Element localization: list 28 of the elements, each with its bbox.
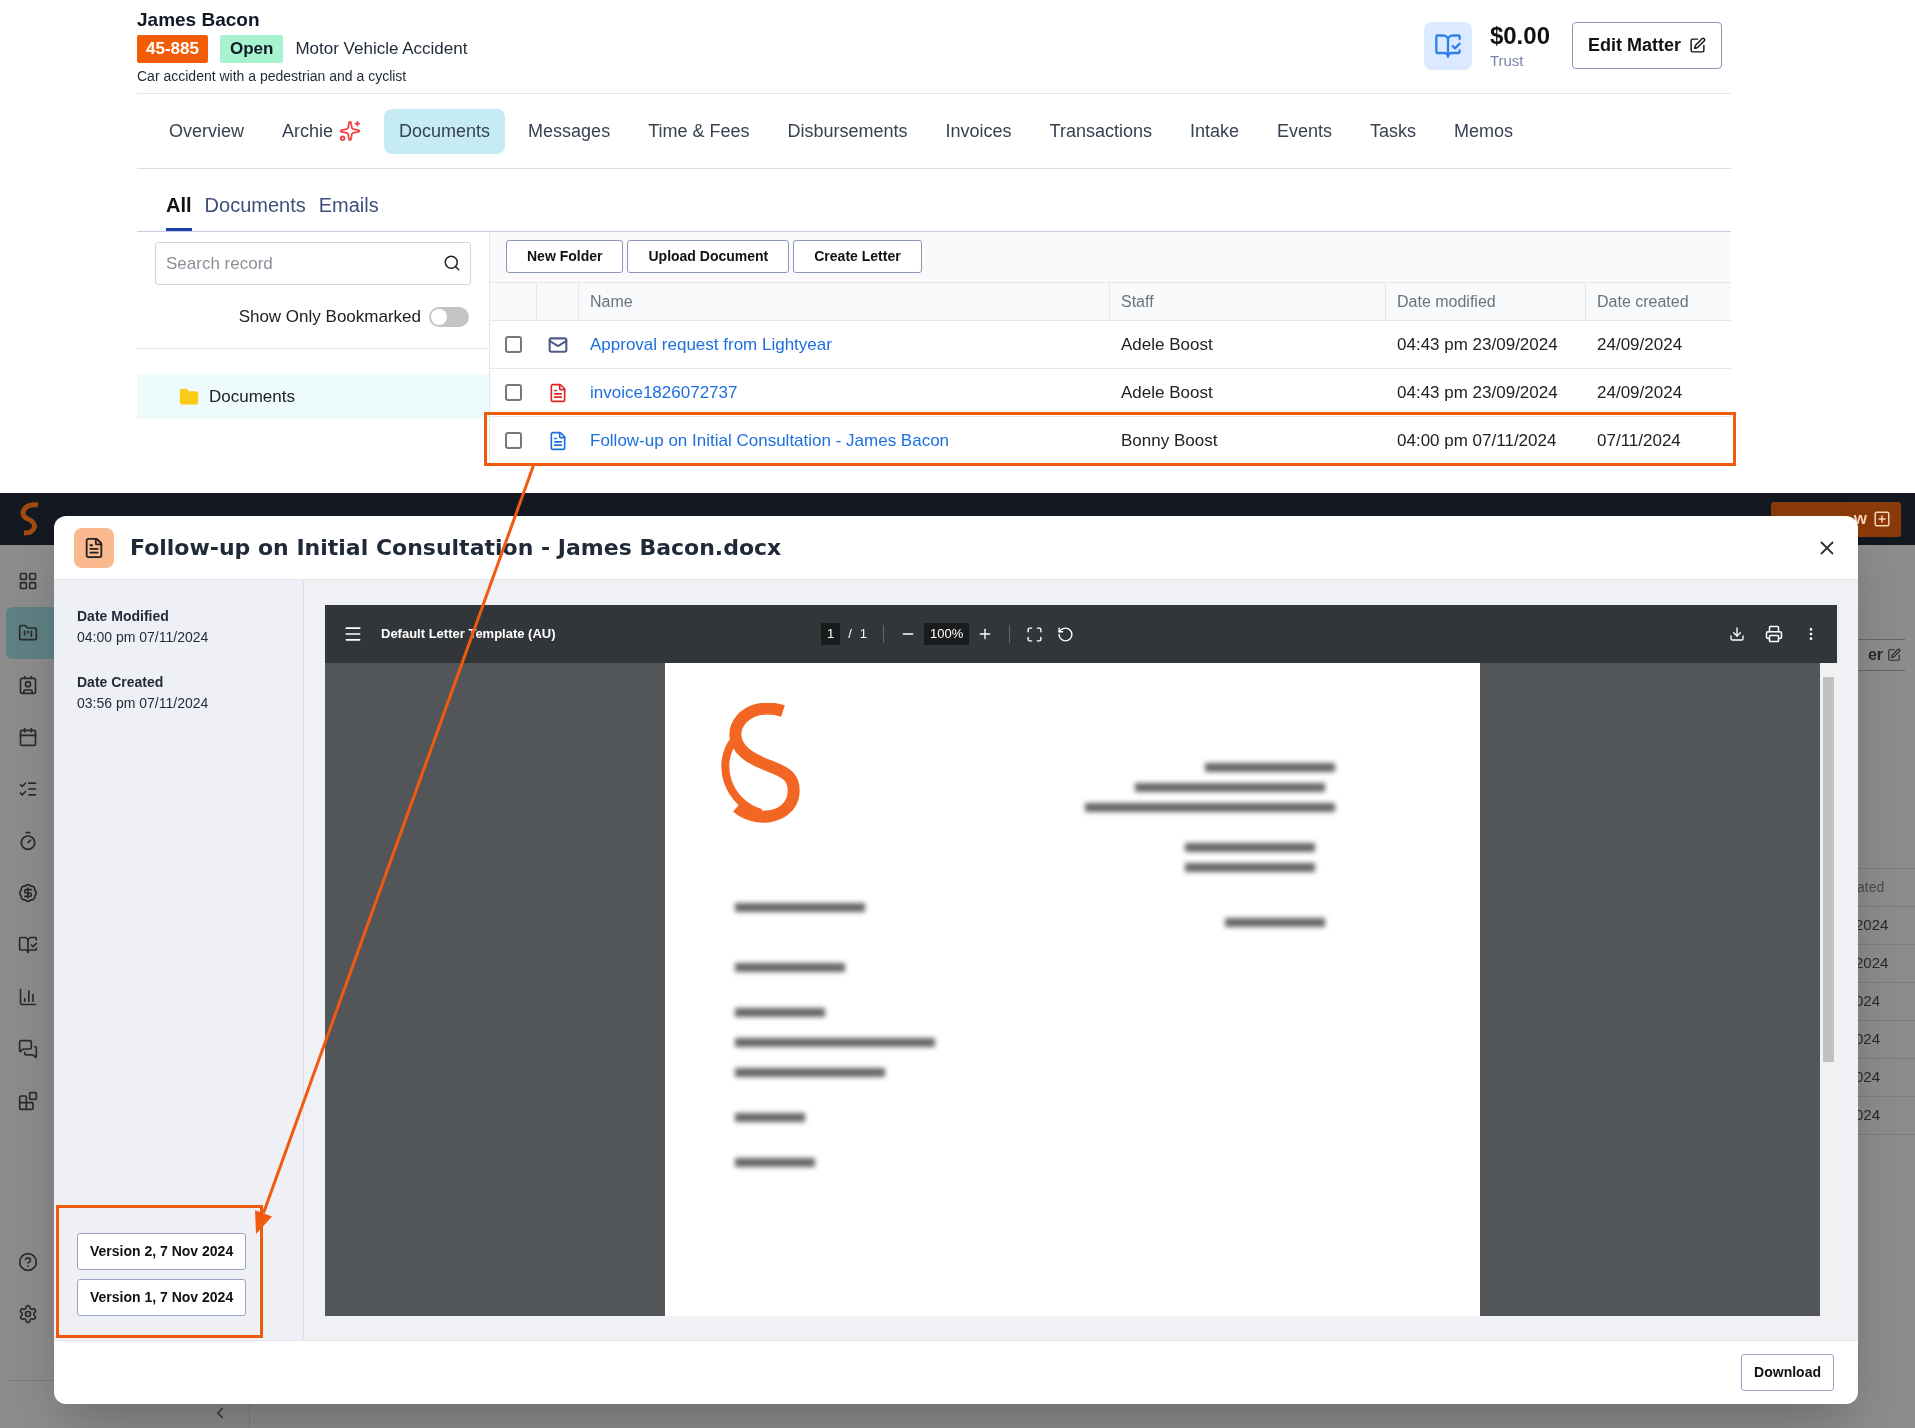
meta-label: Date Modified [77, 607, 170, 626]
table-cell: Adele Boost [1121, 382, 1213, 402]
status-badge: Open [219, 35, 284, 63]
meta-label: Date Created [77, 673, 165, 692]
table-cell: 04:00 pm 07/11/2024 [1397, 430, 1557, 450]
meta-value: 03:56 pm 07/11/2024 [77, 694, 210, 713]
matter-number-badge: 45-885 [137, 35, 208, 63]
table-cell: Bonny Boost [1121, 430, 1218, 450]
meta-value: 04:00 pm 07/11/2024 [77, 628, 210, 647]
trust-label: Trust [1489, 51, 1525, 71]
table-cell: 07/11/2024 [1597, 430, 1681, 450]
table-cell: 04:43 pm 23/09/2024 [1397, 382, 1558, 402]
page-separator: / [848, 625, 852, 644]
column-header: ated [1857, 878, 1885, 897]
column-header: Date modified [1397, 291, 1496, 312]
table-cell: 24/09/2024 [1597, 334, 1683, 354]
column-header: Date created [1597, 291, 1689, 312]
table-cell: 24/09/2024 [1597, 382, 1683, 402]
column-header: Staff [1121, 291, 1154, 312]
table-cell: 04:43 pm 23/09/2024 [1397, 334, 1558, 354]
page-count: 1 [859, 625, 868, 644]
matter-description: Car accident with a pedestrian and a cyclist [137, 67, 408, 86]
trust-amount: $0.00 [1489, 22, 1550, 50]
bookmark-filter-label: Show Only Bookmarked [238, 305, 421, 328]
matter-type: Motor Vehicle Accident [295, 38, 468, 61]
client-name: James Bacon [137, 8, 261, 32]
column-header: Name [590, 291, 633, 312]
table-cell: Adele Boost [1121, 334, 1213, 354]
